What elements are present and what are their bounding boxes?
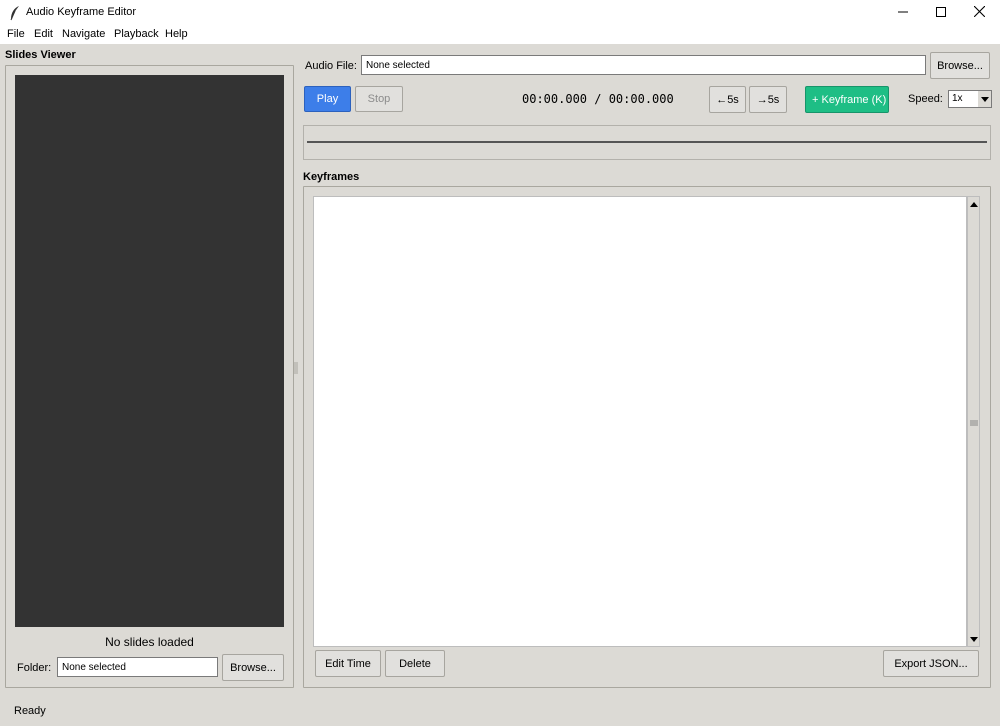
minimize-icon <box>898 7 908 20</box>
minimize-button[interactable] <box>884 0 922 26</box>
scroll-thumb-grip[interactable] <box>970 418 978 426</box>
menu-edit[interactable]: Edit <box>34 28 53 40</box>
back-5s-button[interactable]: ←5s <box>709 86 746 113</box>
play-button[interactable]: Play <box>304 86 351 112</box>
export-json-button[interactable]: Export JSON... <box>883 650 979 677</box>
menu-file[interactable]: File <box>7 28 25 40</box>
scroll-up-arrow-icon[interactable] <box>969 198 979 210</box>
slides-viewer-header: Slides Viewer <box>5 49 76 61</box>
maximize-icon <box>936 6 946 20</box>
keyframes-list[interactable] <box>313 196 967 647</box>
timeline-waveform[interactable] <box>303 125 991 160</box>
delete-keyframe-button[interactable]: Delete <box>385 650 445 677</box>
window-title: Audio Keyframe Editor <box>26 6 137 18</box>
stop-button[interactable]: Stop <box>355 86 403 112</box>
forward-5s-button[interactable]: →5s <box>749 86 787 113</box>
audio-file-label: Audio File: <box>305 60 357 72</box>
menu-help[interactable]: Help <box>165 28 188 40</box>
speed-select-value: 1x <box>952 93 963 104</box>
slide-canvas[interactable] <box>15 75 284 627</box>
scroll-down-arrow-icon[interactable] <box>969 633 979 645</box>
close-button[interactable] <box>960 0 998 26</box>
keyframes-header: Keyframes <box>303 171 360 183</box>
no-slides-label: No slides loaded <box>105 635 194 649</box>
speed-select[interactable]: 1x <box>948 90 992 108</box>
feather-app-icon <box>9 5 21 21</box>
folder-browse-button[interactable]: Browse... <box>222 654 284 681</box>
menu-navigate[interactable]: Navigate <box>62 28 105 40</box>
keyframes-scrollbar[interactable] <box>967 196 980 647</box>
speed-label: Speed: <box>908 93 943 105</box>
close-icon <box>973 5 985 20</box>
edit-time-button[interactable]: Edit Time <box>315 650 381 677</box>
menu-bar: File Edit Navigate Playback Help <box>0 26 1000 44</box>
timeline-track-line <box>307 141 987 143</box>
chevron-down-icon[interactable] <box>978 91 991 107</box>
pane-sash-grip[interactable] <box>294 360 298 376</box>
time-display: 00:00.000 / 00:00.000 <box>522 92 674 106</box>
title-bar: Audio Keyframe Editor <box>0 0 1000 26</box>
folder-label: Folder: <box>17 662 52 674</box>
folder-field[interactable]: None selected <box>57 657 218 677</box>
status-text: Ready <box>14 705 46 717</box>
audio-browse-button[interactable]: Browse... <box>930 52 990 79</box>
add-keyframe-button[interactable]: + Keyframe (K) <box>805 86 889 113</box>
audio-file-field[interactable]: None selected <box>361 55 926 75</box>
maximize-button[interactable] <box>922 0 960 26</box>
menu-playback[interactable]: Playback <box>114 28 159 40</box>
